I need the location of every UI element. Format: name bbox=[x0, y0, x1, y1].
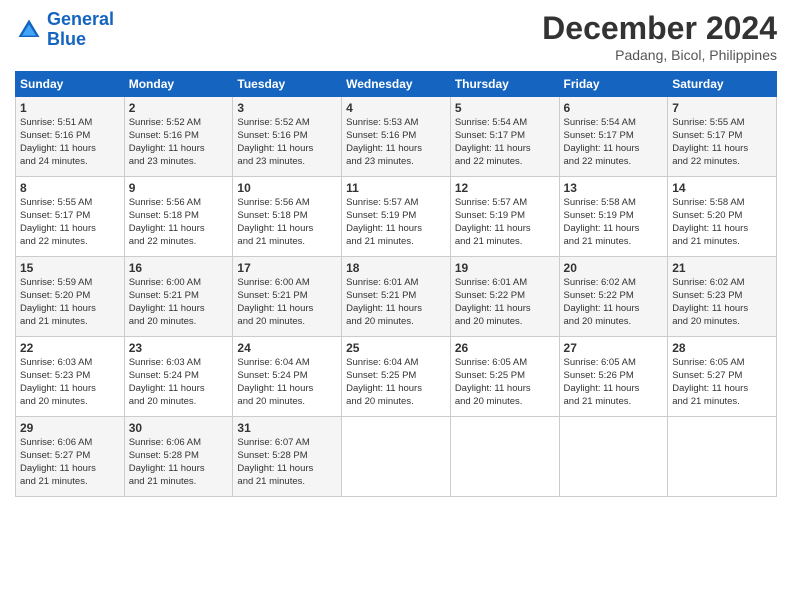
day-number: 25 bbox=[346, 340, 446, 356]
calendar-cell: 20Sunrise: 6:02 AMSunset: 5:22 PMDayligh… bbox=[559, 257, 668, 337]
calendar-cell: 10Sunrise: 5:56 AMSunset: 5:18 PMDayligh… bbox=[233, 177, 342, 257]
day-number: 9 bbox=[129, 180, 229, 196]
calendar-day-header: Friday bbox=[559, 72, 668, 97]
day-number: 30 bbox=[129, 420, 229, 436]
page: General Blue December 2024 Padang, Bicol… bbox=[0, 0, 792, 612]
header: General Blue December 2024 Padang, Bicol… bbox=[15, 10, 777, 63]
day-number: 19 bbox=[455, 260, 555, 276]
calendar-day-header: Wednesday bbox=[342, 72, 451, 97]
day-number: 2 bbox=[129, 100, 229, 116]
main-title: December 2024 bbox=[542, 10, 777, 47]
day-number: 1 bbox=[20, 100, 120, 116]
calendar-day-header: Tuesday bbox=[233, 72, 342, 97]
day-number: 8 bbox=[20, 180, 120, 196]
calendar: SundayMondayTuesdayWednesdayThursdayFrid… bbox=[15, 71, 777, 497]
day-number: 14 bbox=[672, 180, 772, 196]
day-number: 20 bbox=[564, 260, 664, 276]
day-number: 10 bbox=[237, 180, 337, 196]
calendar-cell: 22Sunrise: 6:03 AMSunset: 5:23 PMDayligh… bbox=[16, 337, 125, 417]
calendar-week-row: 8Sunrise: 5:55 AMSunset: 5:17 PMDaylight… bbox=[16, 177, 777, 257]
calendar-cell: 18Sunrise: 6:01 AMSunset: 5:21 PMDayligh… bbox=[342, 257, 451, 337]
calendar-cell: 16Sunrise: 6:00 AMSunset: 5:21 PMDayligh… bbox=[124, 257, 233, 337]
calendar-cell: 11Sunrise: 5:57 AMSunset: 5:19 PMDayligh… bbox=[342, 177, 451, 257]
calendar-cell: 4Sunrise: 5:53 AMSunset: 5:16 PMDaylight… bbox=[342, 97, 451, 177]
logo-line1: General bbox=[47, 9, 114, 29]
logo-icon bbox=[15, 16, 43, 44]
day-number: 23 bbox=[129, 340, 229, 356]
day-number: 24 bbox=[237, 340, 337, 356]
calendar-cell: 17Sunrise: 6:00 AMSunset: 5:21 PMDayligh… bbox=[233, 257, 342, 337]
day-number: 6 bbox=[564, 100, 664, 116]
logo-line2: Blue bbox=[47, 29, 86, 49]
day-number: 16 bbox=[129, 260, 229, 276]
calendar-day-header: Monday bbox=[124, 72, 233, 97]
calendar-cell: 28Sunrise: 6:05 AMSunset: 5:27 PMDayligh… bbox=[668, 337, 777, 417]
calendar-cell: 8Sunrise: 5:55 AMSunset: 5:17 PMDaylight… bbox=[16, 177, 125, 257]
day-number: 31 bbox=[237, 420, 337, 436]
calendar-cell bbox=[559, 417, 668, 497]
calendar-cell bbox=[342, 417, 451, 497]
calendar-cell: 26Sunrise: 6:05 AMSunset: 5:25 PMDayligh… bbox=[450, 337, 559, 417]
day-number: 17 bbox=[237, 260, 337, 276]
calendar-cell: 2Sunrise: 5:52 AMSunset: 5:16 PMDaylight… bbox=[124, 97, 233, 177]
day-number: 12 bbox=[455, 180, 555, 196]
calendar-cell: 21Sunrise: 6:02 AMSunset: 5:23 PMDayligh… bbox=[668, 257, 777, 337]
calendar-header-row: SundayMondayTuesdayWednesdayThursdayFrid… bbox=[16, 72, 777, 97]
calendar-day-header: Thursday bbox=[450, 72, 559, 97]
calendar-cell: 15Sunrise: 5:59 AMSunset: 5:20 PMDayligh… bbox=[16, 257, 125, 337]
calendar-cell bbox=[450, 417, 559, 497]
day-number: 5 bbox=[455, 100, 555, 116]
day-number: 28 bbox=[672, 340, 772, 356]
calendar-cell: 3Sunrise: 5:52 AMSunset: 5:16 PMDaylight… bbox=[233, 97, 342, 177]
calendar-cell: 13Sunrise: 5:58 AMSunset: 5:19 PMDayligh… bbox=[559, 177, 668, 257]
calendar-cell: 30Sunrise: 6:06 AMSunset: 5:28 PMDayligh… bbox=[124, 417, 233, 497]
calendar-cell: 5Sunrise: 5:54 AMSunset: 5:17 PMDaylight… bbox=[450, 97, 559, 177]
day-number: 26 bbox=[455, 340, 555, 356]
calendar-cell: 7Sunrise: 5:55 AMSunset: 5:17 PMDaylight… bbox=[668, 97, 777, 177]
subtitle: Padang, Bicol, Philippines bbox=[542, 47, 777, 63]
day-number: 29 bbox=[20, 420, 120, 436]
logo-text: General Blue bbox=[47, 10, 114, 50]
calendar-cell: 14Sunrise: 5:58 AMSunset: 5:20 PMDayligh… bbox=[668, 177, 777, 257]
calendar-cell: 9Sunrise: 5:56 AMSunset: 5:18 PMDaylight… bbox=[124, 177, 233, 257]
day-number: 11 bbox=[346, 180, 446, 196]
logo: General Blue bbox=[15, 10, 114, 50]
calendar-cell: 27Sunrise: 6:05 AMSunset: 5:26 PMDayligh… bbox=[559, 337, 668, 417]
day-number: 18 bbox=[346, 260, 446, 276]
calendar-cell: 6Sunrise: 5:54 AMSunset: 5:17 PMDaylight… bbox=[559, 97, 668, 177]
calendar-cell: 23Sunrise: 6:03 AMSunset: 5:24 PMDayligh… bbox=[124, 337, 233, 417]
title-block: December 2024 Padang, Bicol, Philippines bbox=[542, 10, 777, 63]
calendar-cell: 29Sunrise: 6:06 AMSunset: 5:27 PMDayligh… bbox=[16, 417, 125, 497]
calendar-cell: 1Sunrise: 5:51 AMSunset: 5:16 PMDaylight… bbox=[16, 97, 125, 177]
calendar-week-row: 15Sunrise: 5:59 AMSunset: 5:20 PMDayligh… bbox=[16, 257, 777, 337]
calendar-cell: 12Sunrise: 5:57 AMSunset: 5:19 PMDayligh… bbox=[450, 177, 559, 257]
calendar-week-row: 22Sunrise: 6:03 AMSunset: 5:23 PMDayligh… bbox=[16, 337, 777, 417]
calendar-cell: 19Sunrise: 6:01 AMSunset: 5:22 PMDayligh… bbox=[450, 257, 559, 337]
calendar-week-row: 1Sunrise: 5:51 AMSunset: 5:16 PMDaylight… bbox=[16, 97, 777, 177]
calendar-cell: 24Sunrise: 6:04 AMSunset: 5:24 PMDayligh… bbox=[233, 337, 342, 417]
day-number: 3 bbox=[237, 100, 337, 116]
calendar-cell: 25Sunrise: 6:04 AMSunset: 5:25 PMDayligh… bbox=[342, 337, 451, 417]
day-number: 22 bbox=[20, 340, 120, 356]
calendar-cell bbox=[668, 417, 777, 497]
day-number: 21 bbox=[672, 260, 772, 276]
calendar-day-header: Saturday bbox=[668, 72, 777, 97]
calendar-week-row: 29Sunrise: 6:06 AMSunset: 5:27 PMDayligh… bbox=[16, 417, 777, 497]
day-number: 4 bbox=[346, 100, 446, 116]
calendar-cell: 31Sunrise: 6:07 AMSunset: 5:28 PMDayligh… bbox=[233, 417, 342, 497]
day-number: 7 bbox=[672, 100, 772, 116]
day-number: 15 bbox=[20, 260, 120, 276]
day-number: 13 bbox=[564, 180, 664, 196]
calendar-day-header: Sunday bbox=[16, 72, 125, 97]
day-number: 27 bbox=[564, 340, 664, 356]
